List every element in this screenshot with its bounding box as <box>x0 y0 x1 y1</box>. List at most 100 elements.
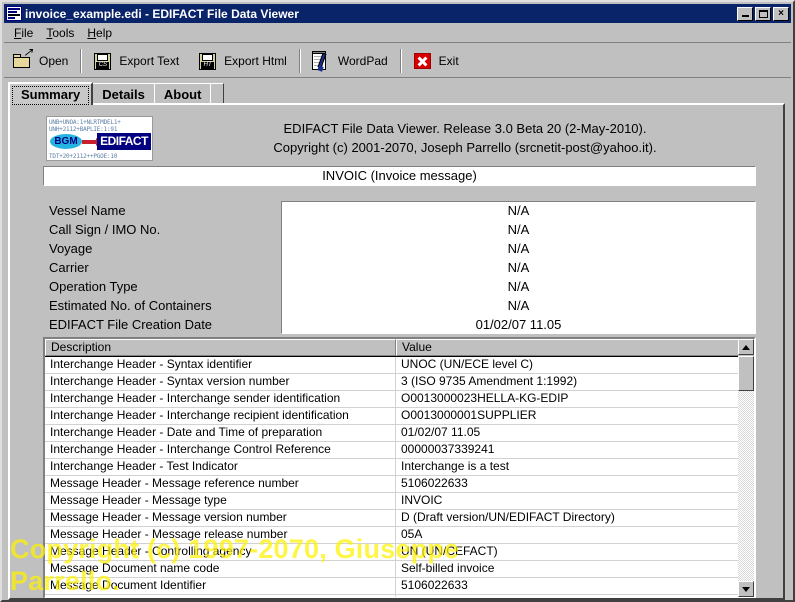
table-row[interactable]: Message Header - Message type INVOIC <box>45 493 740 510</box>
wordpad-button[interactable]: WordPad <box>303 46 398 76</box>
scrollbar-thumb[interactable] <box>738 356 754 391</box>
field-label-call-sign: Call Sign / IMO No. <box>49 222 161 237</box>
grid-header-row: Description Value <box>45 339 754 357</box>
summary-field-row: Voyage N/A <box>43 239 756 258</box>
title-bar: invoice_example.edi - EDIFACT File Data … <box>4 4 791 23</box>
floppy-html-icon: HT <box>197 51 219 71</box>
table-row[interactable]: Message Document Identifier 5106022633 <box>45 578 740 595</box>
edifact-logo-image: UNB+UNOA:1+NLRTMDEL1+ UNH+2112+BAPLIE:1:… <box>46 116 153 161</box>
summary-field-row: Carrier N/A <box>43 258 756 277</box>
cell-value: 01/02/07 <box>396 595 740 597</box>
logo-arrow-icon <box>82 138 101 146</box>
cell-description: Message Document Identifier <box>45 578 396 594</box>
table-row[interactable]: Message Header - Message reference numbe… <box>45 476 740 493</box>
toolbar: Open CS Export Text HT Export Html WordP… <box>4 44 791 78</box>
table-row[interactable]: Interchange Header - Syntax version numb… <box>45 374 740 391</box>
field-label-carrier: Carrier <box>49 260 89 275</box>
summary-tab-page: UNB+UNOA:1+NLRTMDEL1+ UNH+2112+BAPLIE:1:… <box>8 103 785 600</box>
minimize-button[interactable] <box>737 6 753 21</box>
table-row[interactable]: Message Header - Message version number … <box>45 510 740 527</box>
tab-about[interactable]: About <box>153 83 212 104</box>
tab-focus-rect <box>12 86 90 105</box>
floppy-csv-badge: CS <box>98 61 108 68</box>
chevron-up-icon <box>742 344 750 350</box>
scrollbar-track[interactable] <box>738 372 754 581</box>
chevron-down-icon <box>742 586 750 592</box>
logo-segment-line-2: UNH+2112+BAPLIE:1:91 <box>49 126 118 133</box>
cell-value: 3 (ISO 9735 Amendment 1:1992) <box>401 374 578 388</box>
table-row[interactable]: Message Header - Controlling agency UN (… <box>45 544 740 561</box>
grid-body: Interchange Header - Syntax identifier U… <box>45 357 740 597</box>
wordpad-button-label: WordPad <box>337 53 388 68</box>
menu-tools[interactable]: Tools <box>42 24 83 42</box>
edi-file-icon <box>6 6 22 21</box>
cell-description: Document/message date/time of applying <box>45 595 396 597</box>
wordpad-icon <box>311 50 333 72</box>
cell-value: O0013000023HELLA-KG-EDIP <box>401 391 569 405</box>
menu-file[interactable]: File <box>10 24 42 42</box>
cell-description: Interchange Header - Syntax identifier <box>45 357 396 373</box>
table-row[interactable]: Message Document name code Self-billed i… <box>45 561 740 578</box>
open-button-label: Open <box>39 53 69 68</box>
cell-description: Message Header - Controlling agency <box>45 544 396 560</box>
table-row[interactable]: Interchange Header - Interchange sender … <box>45 391 740 408</box>
cell-description: Interchange Header - Interchange sender … <box>45 391 396 407</box>
field-label-voyage: Voyage <box>49 241 93 256</box>
field-value-operation-type: N/A <box>507 279 530 294</box>
cell-value: 01/02/07 11.05 <box>401 425 481 439</box>
table-row[interactable]: Interchange Header - Test Indicator Inte… <box>45 459 740 476</box>
close-icon: × <box>778 7 784 19</box>
cell-description: Interchange Header - Syntax version numb… <box>45 374 396 390</box>
menu-file-label-rest: ile <box>21 25 34 40</box>
menu-help[interactable]: Help <box>83 24 121 42</box>
cell-description: Interchange Header - Interchange recipie… <box>45 408 396 424</box>
application-window: invoice_example.edi - EDIFACT File Data … <box>0 0 795 602</box>
maximize-button[interactable] <box>755 6 771 21</box>
export-text-button-label: Export Text <box>119 53 180 68</box>
cell-description: Interchange Header - Date and Time of pr… <box>45 425 396 441</box>
column-header-description[interactable]: Description <box>45 339 396 356</box>
menu-tools-label-rest: ools <box>52 25 75 40</box>
floppy-html-badge: HT <box>203 61 212 68</box>
table-row[interactable]: Interchange Header - Syntax identifier U… <box>45 357 740 374</box>
tab-strip-filler <box>210 83 225 104</box>
close-button[interactable]: × <box>773 6 789 21</box>
exit-button[interactable]: Exit <box>404 46 469 76</box>
field-label-estimated-containers: Estimated No. of Containers <box>49 298 212 313</box>
table-row[interactable]: Interchange Header - Interchange Control… <box>45 442 740 459</box>
export-text-button[interactable]: CS Export Text <box>84 46 189 76</box>
menu-help-label-rest: elp <box>96 25 113 40</box>
cell-description: Interchange Header - Interchange Control… <box>45 442 396 458</box>
field-value-vessel-name: N/A <box>507 203 530 218</box>
table-row[interactable]: Interchange Header - Date and Time of pr… <box>45 425 740 442</box>
logo-bgm-bubble: BGM <box>50 134 82 149</box>
menu-bar: File Tools Help <box>4 23 791 43</box>
table-row[interactable]: Interchange Header - Interchange recipie… <box>45 408 740 425</box>
app-header-text: EDIFACT File Data Viewer. Release 3.0 Be… <box>165 119 765 157</box>
tab-details[interactable]: Details <box>92 83 155 104</box>
summary-field-row: Call Sign / IMO No. N/A <box>43 220 756 239</box>
cell-value: Self-billed invoice <box>401 561 495 575</box>
minimize-icon <box>738 8 752 20</box>
cell-value: 00000037339241 <box>401 442 495 456</box>
cell-value: 5106022633 <box>401 476 468 490</box>
grid-vertical-scrollbar[interactable] <box>738 339 754 597</box>
cell-description: Message Document name code <box>45 561 396 577</box>
tab-summary[interactable]: Summary <box>8 82 94 105</box>
summary-field-row: EDIFACT File Creation Date 01/02/07 11.0… <box>43 315 756 334</box>
export-html-button[interactable]: HT Export Html <box>189 46 297 76</box>
column-header-value[interactable]: Value <box>396 339 740 356</box>
logo-segment-line-3: TDT+20+2112++PGOE:10 <box>49 153 118 160</box>
open-button[interactable]: Open <box>4 46 78 76</box>
tab-strip: Summary Details About <box>8 82 785 105</box>
toolbar-separator-1 <box>80 48 83 73</box>
window-title: invoice_example.edi - EDIFACT File Data … <box>25 6 299 21</box>
field-label-vessel-name: Vessel Name <box>49 203 126 218</box>
table-row[interactable]: Message Header - Message release number … <box>45 527 740 544</box>
logo-segment-line-1: UNB+UNOA:1+NLRTMDEL1+ <box>49 119 121 126</box>
field-value-voyage: N/A <box>507 241 530 256</box>
scroll-up-button[interactable] <box>738 339 754 355</box>
scroll-down-button[interactable] <box>738 581 754 597</box>
table-row[interactable]: Document/message date/time of applying 0… <box>45 595 740 597</box>
field-label-operation-type: Operation Type <box>49 279 138 294</box>
